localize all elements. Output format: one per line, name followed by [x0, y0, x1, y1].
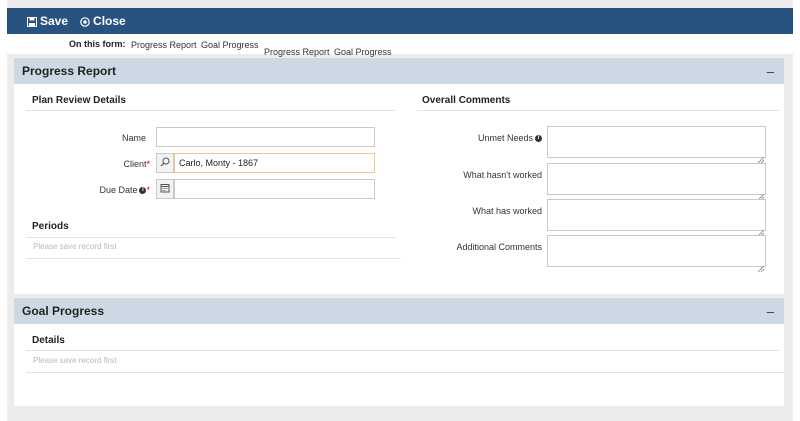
resize-handle-icon[interactable]: [757, 259, 765, 273]
nav-link-goal-progress[interactable]: Goal Progress: [201, 40, 259, 50]
divider: [26, 350, 780, 351]
goal-progress-panel: Goal Progress – Details Please save reco…: [14, 298, 784, 406]
additional-comments-textarea[interactable]: [547, 235, 766, 273]
resize-handle-icon[interactable]: [757, 223, 765, 237]
collapse-icon[interactable]: –: [767, 64, 774, 79]
form-nav-label: On this form:: [69, 39, 126, 49]
divider: [417, 110, 780, 111]
due-date-label: Due Date i *: [99, 185, 150, 195]
close-label: Close: [93, 14, 126, 28]
overall-comments-title: Overall Comments: [422, 95, 511, 106]
divider: [26, 372, 784, 373]
periods-title: Periods: [32, 221, 69, 232]
progress-report-header[interactable]: Progress Report –: [14, 58, 784, 84]
name-input[interactable]: [156, 127, 375, 147]
client-lookup-button[interactable]: [156, 153, 174, 173]
app-shell: Save Close On this form: Progress Report…: [7, 0, 793, 421]
date-picker-button[interactable]: [156, 179, 174, 199]
hasnt-worked-label: What hasn't worked: [463, 170, 542, 180]
close-button[interactable]: Close: [80, 14, 126, 28]
save-label: Save: [40, 14, 69, 28]
name-label: Name: [121, 133, 146, 143]
due-date-input[interactable]: [174, 179, 375, 199]
has-worked-label: What has worked: [472, 206, 542, 216]
toolbar: Save Close: [7, 8, 793, 34]
divider: [26, 110, 396, 111]
resize-handle-icon[interactable]: [757, 187, 765, 201]
required-marker: *: [146, 159, 150, 169]
panel-title: Progress Report: [22, 64, 117, 78]
goal-message: Please save record first: [33, 356, 117, 365]
unmet-needs-textarea[interactable]: [547, 126, 766, 164]
unmet-needs-label: Unmet Needs i: [434, 133, 542, 143]
hasnt-worked-textarea[interactable]: [547, 163, 766, 201]
goal-progress-header[interactable]: Goal Progress –: [14, 298, 784, 324]
plan-review-title: Plan Review Details: [32, 95, 126, 106]
form-navigation: On this form: Progress Report Goal Progr…: [7, 34, 793, 57]
search-icon: [160, 154, 170, 172]
divider: [26, 258, 401, 259]
save-icon: [27, 16, 37, 27]
progress-report-panel: Progress Report – Plan Review Details Na…: [14, 58, 784, 294]
additional-comments-label: Additional Comments: [456, 242, 542, 252]
periods-message: Please save record first: [33, 242, 117, 251]
panel-title: Goal Progress: [22, 304, 105, 318]
client-input[interactable]: [174, 153, 375, 173]
resize-handle-icon[interactable]: [757, 150, 765, 164]
has-worked-textarea[interactable]: [547, 199, 766, 237]
info-icon: i: [535, 135, 542, 143]
nav-link-goal-progress-shifted[interactable]: Goal Progress: [334, 47, 392, 57]
client-label: Client*: [123, 159, 150, 169]
calendar-icon: [160, 180, 170, 198]
details-title: Details: [32, 335, 65, 346]
save-button[interactable]: Save: [27, 14, 68, 28]
collapse-icon[interactable]: –: [767, 304, 774, 319]
nav-link-progress-report[interactable]: Progress Report: [131, 40, 197, 50]
divider: [26, 237, 396, 238]
close-circle-icon: [80, 16, 90, 27]
nav-link-progress-report-shifted[interactable]: Progress Report: [264, 47, 330, 57]
required-marker: *: [146, 185, 150, 195]
